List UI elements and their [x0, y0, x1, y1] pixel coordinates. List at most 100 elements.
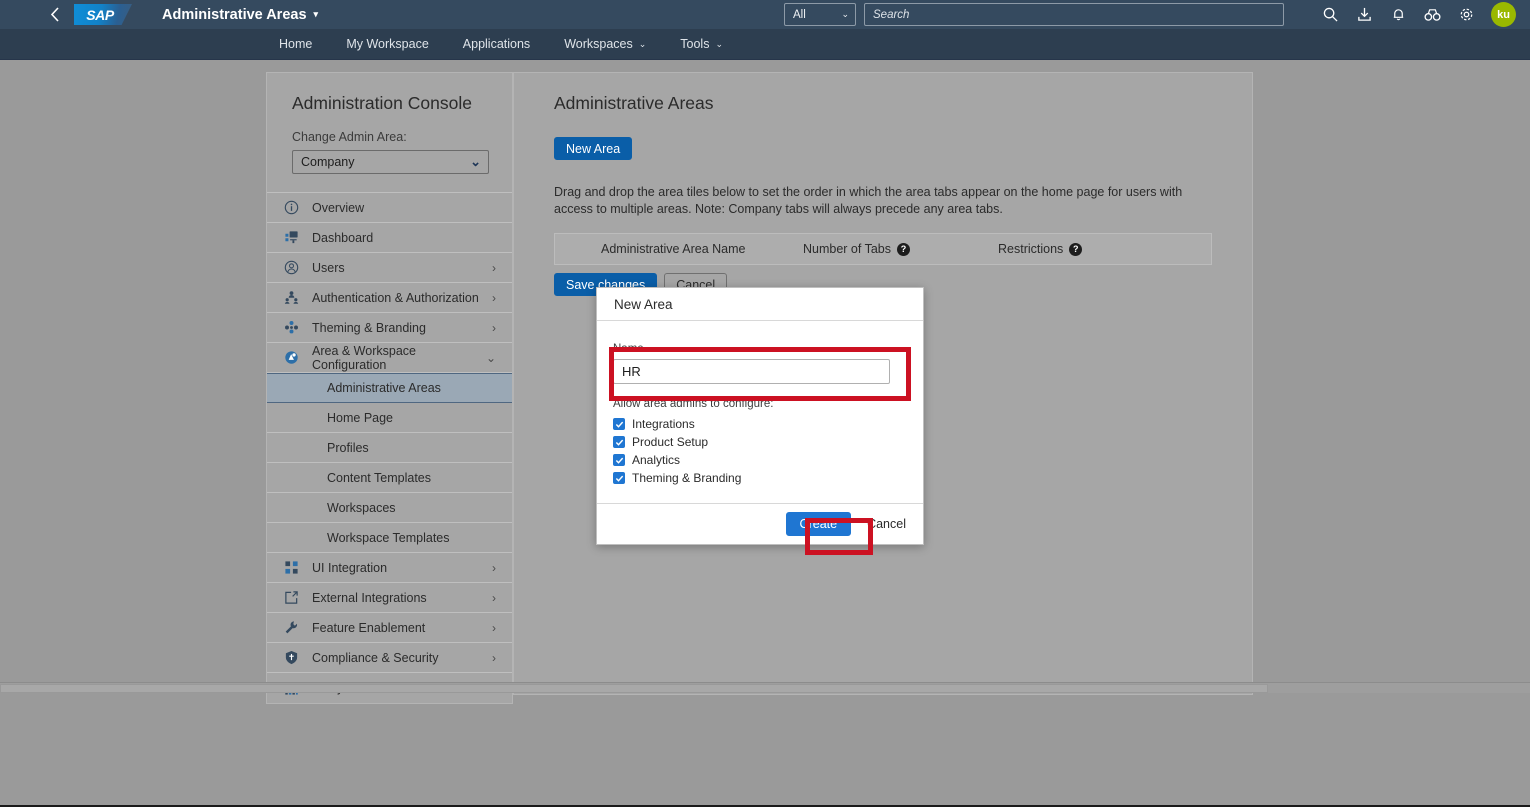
- main-navigation-bar: Home My Workspace Applications Workspace…: [0, 29, 1530, 60]
- sidebar-item-label: Feature Enablement: [312, 620, 426, 635]
- sidebar-item-theming-branding[interactable]: Theming & Branding ›: [267, 313, 512, 343]
- checkbox-checked-icon[interactable]: [613, 418, 625, 430]
- horizontal-scrollbar[interactable]: [0, 682, 1530, 693]
- chevron-down-icon: ⌄: [841, 9, 849, 19]
- wrench-icon: [282, 619, 300, 637]
- user-circle-icon: [282, 259, 300, 277]
- drag-drop-helper-text: Drag and drop the area tiles below to se…: [554, 185, 1183, 216]
- change-admin-area-label: Change Admin Area:: [292, 130, 407, 144]
- sidebar-item-label: Administrative Areas: [327, 381, 441, 395]
- new-area-modal: New Area Name Allow area admins to confi…: [596, 287, 924, 545]
- app-title[interactable]: Administrative Areas ▾: [162, 7, 318, 23]
- change-admin-area-select[interactable]: Company ⌄: [292, 150, 489, 174]
- binoculars-icon[interactable]: [1416, 0, 1448, 29]
- top-header-bar: SAP Administrative Areas ▾ All ⌄ ku: [0, 0, 1530, 29]
- sidebar-item-overview[interactable]: Overview: [267, 193, 512, 223]
- search-scope-value: All: [793, 8, 806, 21]
- column-label: Restrictions: [998, 242, 1064, 256]
- checkbox-label: Integrations: [632, 417, 695, 431]
- modal-cancel-button[interactable]: Cancel: [867, 517, 906, 531]
- checkbox-label: Analytics: [632, 453, 681, 467]
- sidebar-item-administrative-areas[interactable]: Administrative Areas: [267, 373, 512, 403]
- nav-label: Applications: [462, 37, 531, 51]
- checkbox-checked-icon[interactable]: [613, 436, 625, 448]
- configure-section-label: Allow area admins to configure:: [613, 398, 774, 410]
- search-scope-select[interactable]: All ⌄: [784, 3, 856, 26]
- area-config-icon: [282, 349, 300, 367]
- new-area-button[interactable]: New Area: [554, 137, 633, 160]
- column-label: Administrative Area Name: [601, 242, 746, 256]
- app-title-text: Administrative Areas: [162, 6, 307, 23]
- avatar-initials: ku: [1497, 8, 1510, 21]
- nav-item-tools[interactable]: Tools ⌄: [663, 29, 740, 60]
- chevron-right-icon: ›: [492, 560, 496, 575]
- sidebar-item-dashboard[interactable]: Dashboard: [267, 223, 512, 253]
- sidebar-item-workspaces[interactable]: Workspaces: [267, 493, 512, 523]
- sidebar-item-workspace-templates[interactable]: Workspace Templates: [267, 523, 512, 553]
- nav-label: Home: [279, 37, 313, 51]
- sidebar-item-area-workspace-configuration[interactable]: Area & Workspace Configuration ⌄: [267, 343, 512, 373]
- areas-table-header: Administrative Area Name Number of Tabs …: [554, 233, 1212, 265]
- settings-gear-icon[interactable]: [1450, 0, 1482, 29]
- sidebar-item-feature-enablement[interactable]: Feature Enablement ›: [267, 613, 512, 643]
- help-icon[interactable]: ?: [1069, 242, 1083, 256]
- chevron-down-icon: ▾: [313, 9, 319, 19]
- sidebar-item-label: UI Integration: [312, 560, 388, 575]
- sidebar-item-compliance-security[interactable]: Compliance & Security ›: [267, 643, 512, 673]
- back-chevron-icon[interactable]: [38, 0, 72, 29]
- download-icon[interactable]: [1348, 0, 1380, 29]
- chevron-right-icon: ›: [492, 260, 496, 275]
- notifications-bell-icon[interactable]: [1382, 0, 1414, 29]
- checkbox-row-product-setup[interactable]: Product Setup: [613, 435, 907, 449]
- sidebar-item-label: Theming & Branding: [312, 320, 426, 335]
- ui-integration-icon: [282, 559, 300, 577]
- dashboard-icon: [282, 229, 300, 247]
- sidebar-item-label: Profiles: [327, 440, 369, 455]
- search-input[interactable]: [864, 3, 1284, 26]
- checkbox-checked-icon[interactable]: [613, 472, 625, 484]
- nav-item-workspaces[interactable]: Workspaces ⌄: [547, 29, 663, 60]
- checkbox-row-theming-branding[interactable]: Theming & Branding: [613, 471, 907, 485]
- nav-item-home[interactable]: Home: [262, 29, 329, 60]
- chevron-right-icon: ›: [492, 590, 496, 605]
- palette-dots-icon: [282, 319, 300, 337]
- nav-item-applications[interactable]: Applications: [446, 29, 547, 60]
- checkbox-row-analytics[interactable]: Analytics: [613, 453, 907, 467]
- create-button[interactable]: Create: [785, 512, 852, 536]
- help-icon[interactable]: ?: [897, 242, 911, 256]
- page-title: Administration Console: [292, 93, 472, 113]
- chevron-down-icon: ⌄: [470, 154, 481, 169]
- checkbox-label: Theming & Branding: [632, 471, 742, 485]
- admin-console-sidebar: Administration Console Change Admin Area…: [266, 72, 513, 704]
- sidebar-item-label: External Integrations: [312, 590, 427, 605]
- nav-label: Tools: [680, 37, 710, 51]
- sidebar-item-external-integrations[interactable]: External Integrations ›: [267, 583, 512, 613]
- sidebar-item-home-page[interactable]: Home Page: [267, 403, 512, 433]
- sidebar-item-users[interactable]: Users ›: [267, 253, 512, 283]
- sidebar-item-label: Area & Workspace Configuration: [312, 343, 416, 372]
- modal-title-bar: New Area: [597, 288, 923, 321]
- sidebar-item-authentication-authorization[interactable]: Authentication & Authorization ›: [267, 283, 512, 313]
- search-icon[interactable]: [1314, 0, 1346, 29]
- chevron-right-icon: ›: [492, 290, 496, 305]
- sidebar-item-ui-integration[interactable]: UI Integration ›: [267, 553, 512, 583]
- avatar[interactable]: ku: [1491, 2, 1516, 27]
- info-circle-icon: [282, 199, 300, 217]
- sidebar-item-content-templates[interactable]: Content Templates: [267, 463, 512, 493]
- column-label: Number of Tabs: [803, 242, 892, 256]
- checkbox-checked-icon[interactable]: [613, 454, 625, 466]
- sap-logo[interactable]: SAP: [74, 4, 132, 25]
- sidebar-item-profiles[interactable]: Profiles: [267, 433, 512, 463]
- name-input[interactable]: [613, 359, 890, 384]
- modal-body: Name Allow area admins to configure: Int…: [597, 321, 923, 503]
- nav-label: My Workspace: [346, 37, 429, 51]
- sidebar-item-label: Dashboard: [312, 230, 374, 245]
- sidebar-item-label: Workspace Templates: [327, 530, 450, 545]
- chevron-down-icon: ⌄: [715, 38, 724, 49]
- scrollbar-thumb[interactable]: [0, 684, 1268, 693]
- checkbox-row-integrations[interactable]: Integrations: [613, 417, 907, 431]
- sidebar-item-label: Compliance & Security: [312, 650, 439, 665]
- column-header-restrictions: Restrictions ?: [998, 242, 1178, 256]
- change-admin-area-value: Company: [301, 155, 355, 169]
- nav-item-my-workspace[interactable]: My Workspace: [329, 29, 445, 60]
